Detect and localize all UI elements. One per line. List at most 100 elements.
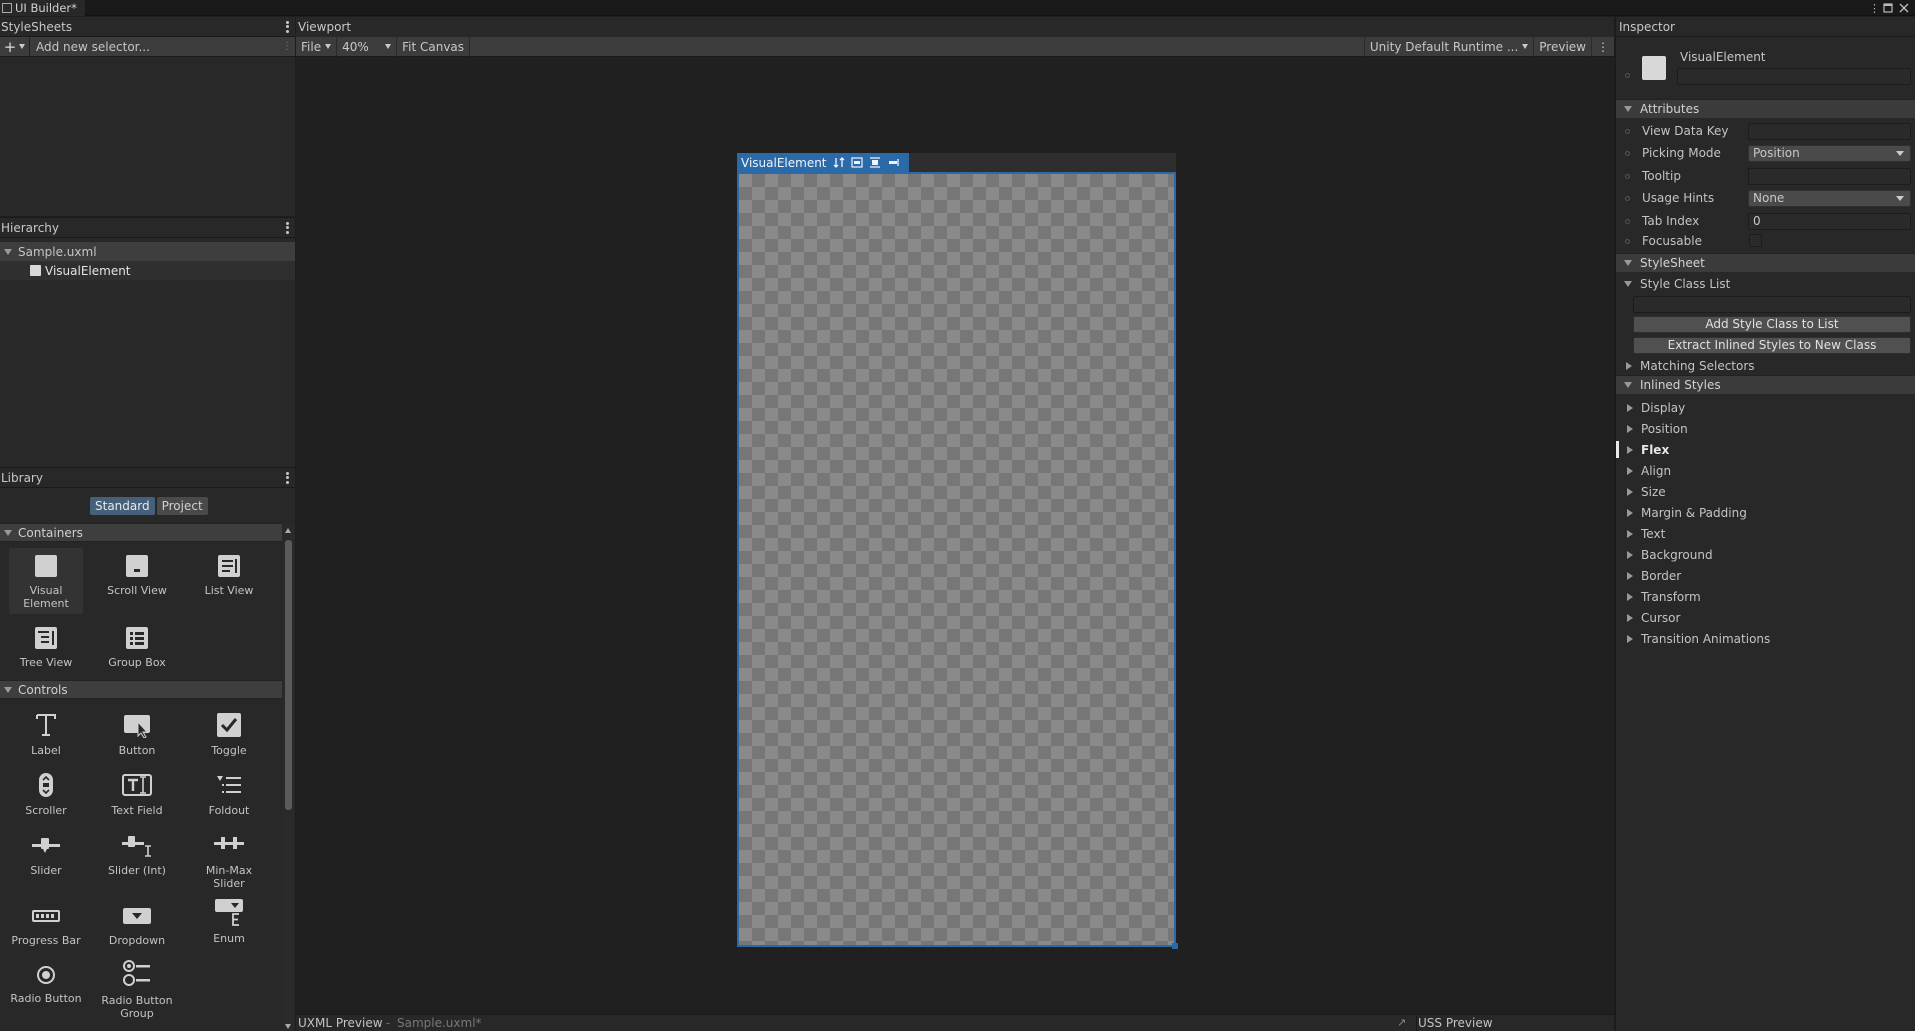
picking-mode-dropdown[interactable]: Position — [1748, 145, 1911, 162]
add-stylesheet-button[interactable]: + — [0, 36, 30, 57]
fit-canvas-button[interactable]: Fit Canvas — [397, 36, 471, 57]
view-data-key-label: View Data Key — [1642, 124, 1729, 138]
uxml-separator: - — [386, 1016, 391, 1030]
expand-arrow-icon — [1627, 550, 1633, 559]
tree-row-sample-uxml[interactable]: Sample.uxml — [0, 242, 295, 261]
window-tab[interactable]: UI Builder* — [0, 0, 85, 16]
usage-hints-dropdown[interactable]: None — [1748, 190, 1911, 207]
matching-selectors-foldout[interactable]: Matching Selectors — [1616, 355, 1915, 376]
library-item-label: Slider — [30, 864, 62, 877]
style-group-flex[interactable]: Flex — [1616, 439, 1915, 460]
style-group-transform[interactable]: Transform — [1616, 586, 1915, 607]
style-group-size[interactable]: Size — [1616, 481, 1915, 502]
selector-options-icon[interactable]: ⋮ — [279, 37, 295, 57]
library-item-toggle[interactable]: Toggle — [192, 708, 266, 764]
library-item-dropdown[interactable]: Dropdown — [100, 898, 174, 954]
tab-index-input[interactable]: 0 — [1748, 213, 1911, 230]
window-menu-icon[interactable]: ⋮ — [1869, 0, 1880, 16]
style-group-position[interactable]: Position — [1616, 418, 1915, 439]
min-max-slider-icon — [214, 837, 244, 849]
align-icon[interactable] — [869, 157, 881, 168]
sort-icon[interactable] — [833, 157, 845, 168]
style-class-input[interactable] — [1633, 296, 1911, 313]
file-menu-button[interactable]: File — [296, 36, 338, 57]
style-group-align[interactable]: Align — [1616, 460, 1915, 481]
uss-preview-label[interactable]: USS Preview — [1418, 1016, 1493, 1030]
library-scrollbar[interactable] — [283, 524, 294, 1030]
view-data-key-input[interactable] — [1748, 123, 1911, 140]
tab-project[interactable]: Project — [156, 497, 208, 515]
plus-icon: + — [3, 37, 17, 56]
canvas-resize-handle[interactable] — [1172, 943, 1178, 949]
style-group-display[interactable]: Display — [1616, 397, 1915, 418]
library-item-text-field[interactable]: Text Field — [100, 768, 174, 824]
canvas-document[interactable] — [737, 172, 1176, 947]
library-item-foldout[interactable]: Foldout — [192, 768, 266, 824]
stylesheets-menu-icon[interactable] — [285, 20, 289, 34]
add-style-class-button[interactable]: Add Style Class to List — [1633, 316, 1911, 333]
external-link-icon[interactable]: ↗ — [1397, 1016, 1406, 1029]
style-group-transition-animations[interactable]: Transition Animations — [1616, 628, 1915, 649]
library-item-label-control[interactable]: Label — [9, 708, 83, 764]
library-item-radio-button-group[interactable]: Radio Button Group — [100, 956, 174, 1022]
expand-arrow-icon[interactable] — [4, 248, 12, 255]
style-group-cursor[interactable]: Cursor — [1616, 607, 1915, 628]
close-icon[interactable] — [1899, 0, 1909, 16]
style-group-border[interactable]: Border — [1616, 565, 1915, 586]
style-class-list-foldout[interactable]: Style Class List — [1616, 273, 1915, 294]
extract-inlined-styles-button[interactable]: Extract Inlined Styles to New Class — [1633, 337, 1911, 354]
element-name-field[interactable] — [1677, 68, 1911, 85]
theme-dropdown[interactable]: Unity Default Runtime ... — [1363, 36, 1535, 57]
containers-section[interactable]: Containers — [0, 523, 282, 542]
library-item-enum[interactable]: Enum — [192, 894, 266, 954]
library-item-visual-element[interactable]: Visual Element — [9, 548, 83, 614]
library-item-min-max-slider[interactable]: Min-Max Slider — [192, 828, 266, 894]
library-item-progress-bar[interactable]: Progress Bar — [9, 898, 83, 954]
stylesheets-title: StyleSheets — [1, 19, 73, 34]
library-item-slider-int[interactable]: Slider (Int) — [100, 828, 174, 894]
inspector-title: Inspector — [1619, 19, 1675, 34]
style-group-label: Transition Animations — [1641, 631, 1771, 646]
inspector-header: Inspector — [1616, 17, 1915, 37]
library-tabs: Standard Project — [90, 497, 208, 515]
controls-section[interactable]: Controls — [0, 680, 282, 699]
style-group-text[interactable]: Text — [1616, 523, 1915, 544]
scroll-down-icon[interactable] — [285, 1024, 291, 1029]
scroll-up-icon[interactable] — [285, 528, 291, 533]
attributes-section[interactable]: Attributes — [1616, 99, 1915, 118]
library-item-tree-view[interactable]: Tree View — [9, 620, 83, 676]
list-view-icon — [218, 555, 240, 577]
style-group-background[interactable]: Background — [1616, 544, 1915, 565]
zoom-dropdown[interactable]: 40% — [337, 36, 398, 57]
uxml-preview-label[interactable]: UXML Preview — [298, 1016, 383, 1030]
stylesheet-section[interactable]: StyleSheet — [1616, 253, 1915, 272]
style-group-label: Cursor — [1641, 610, 1681, 625]
library-item-button[interactable]: Button — [100, 708, 174, 764]
library-scroll-thumb[interactable] — [285, 540, 292, 810]
inlined-styles-section[interactable]: Inlined Styles — [1616, 375, 1915, 394]
tab-standard[interactable]: Standard — [90, 497, 155, 515]
preview-button[interactable]: Preview — [1534, 36, 1592, 57]
picking-mode-label: Picking Mode — [1642, 146, 1721, 160]
override-indicator-icon — [1625, 150, 1630, 156]
library-item-radio-button[interactable]: Radio Button — [9, 958, 83, 1020]
library-item-slider[interactable]: Slider — [9, 828, 83, 894]
style-group-margin-padding[interactable]: Margin & Padding — [1616, 502, 1915, 523]
library-menu-icon[interactable] — [285, 471, 289, 485]
library-item-list-view[interactable]: List View — [192, 548, 266, 614]
style-group-label: Position — [1641, 421, 1688, 436]
library-item-group-box[interactable]: Group Box — [100, 620, 174, 676]
tree-row-visual-element[interactable]: VisualElement — [0, 261, 295, 280]
layout-icon[interactable] — [850, 157, 863, 168]
canvas-element-tag[interactable]: VisualElement — [737, 153, 909, 172]
focusable-checkbox[interactable] — [1749, 234, 1762, 247]
library-item-scroller[interactable]: Scroller — [9, 768, 83, 824]
chevron-down-icon — [1896, 151, 1904, 156]
library-item-scroll-view[interactable]: Scroll View — [100, 548, 174, 614]
viewport-menu-icon[interactable]: ⋮ — [1592, 37, 1614, 57]
maximize-icon[interactable] — [1883, 0, 1893, 16]
add-selector-input[interactable]: Add new selector... — [30, 37, 279, 57]
collapse-icon[interactable] — [887, 157, 899, 168]
hierarchy-menu-icon[interactable] — [285, 221, 289, 235]
tooltip-input[interactable] — [1748, 168, 1911, 185]
